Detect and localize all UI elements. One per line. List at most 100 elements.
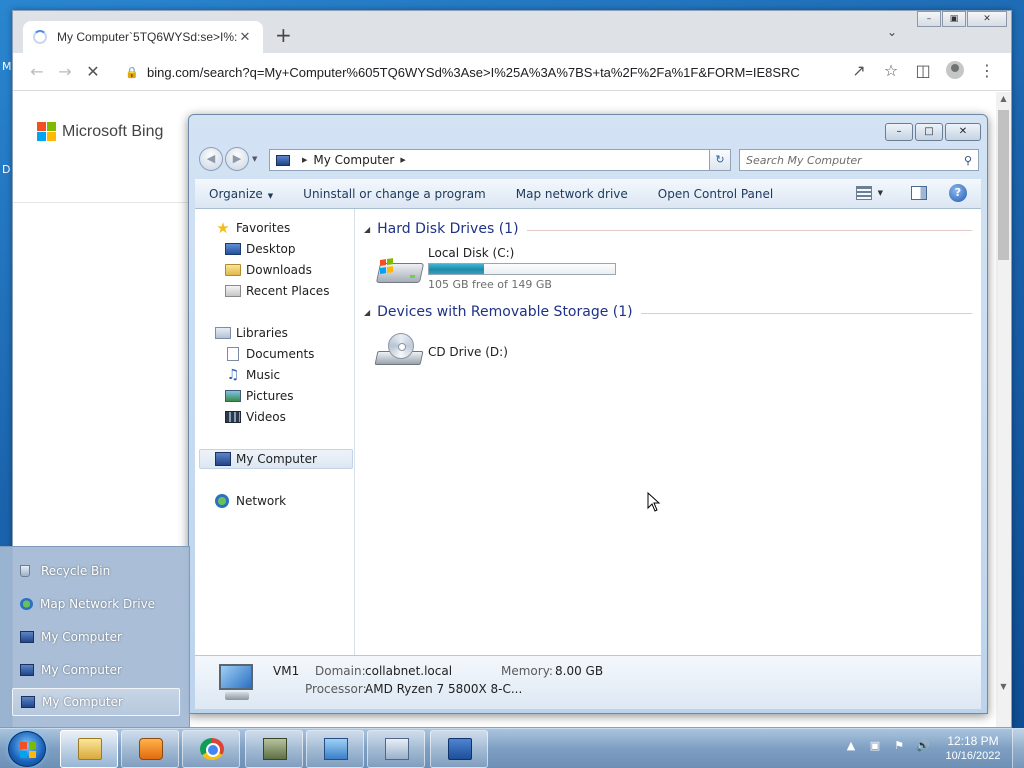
maximize-icon[interactable]: □ (915, 123, 943, 141)
group-header-removable-storage[interactable]: ◢ Devices with Removable Storage (1) (364, 304, 972, 320)
close-icon[interactable]: ✕ (967, 11, 1007, 27)
group-header-hard-disk-drives[interactable]: ◢ Hard Disk Drives (1) (364, 221, 972, 237)
bookmark-star-icon[interactable]: ☆ (875, 61, 907, 80)
nav-item-pictures[interactable]: Pictures (225, 389, 294, 403)
stop-loading-icon[interactable]: ✕ (79, 62, 107, 81)
back-arrow-icon[interactable]: ◀ (199, 147, 223, 171)
explorer-body: ★ Favorites Desktop Downloads Recent Pla… (195, 209, 981, 655)
taskbar-explorer-button[interactable] (60, 730, 118, 768)
nav-item-documents[interactable]: Documents (225, 347, 314, 361)
preview-pane-icon[interactable] (911, 186, 927, 200)
nav-item-downloads[interactable]: Downloads (225, 263, 312, 277)
side-panel-icon[interactable]: ◫ (907, 61, 939, 80)
close-icon[interactable]: ✕ (945, 123, 981, 141)
cd-drive-icon[interactable] (374, 333, 424, 367)
organize-button[interactable]: Organize ▼ (209, 187, 273, 201)
change-view-icon[interactable] (855, 186, 872, 200)
show-hidden-icons-chevron-icon[interactable]: ▲ (842, 739, 860, 752)
logo-square (37, 122, 46, 131)
action-center-flag-icon[interactable]: ⚑ (890, 739, 908, 752)
search-icon[interactable]: ⚲ (964, 154, 972, 167)
share-icon[interactable]: ↗ (843, 61, 875, 80)
jump-item-label: My Computer (41, 663, 122, 677)
taskbar-control-panel-button[interactable] (306, 730, 364, 768)
cd-disc (388, 333, 414, 359)
restore-icon[interactable]: ▣ (942, 11, 966, 27)
drive-list: ◢ Hard Disk Drives (1) Local Disk (C:) 1… (356, 209, 981, 655)
nav-item-label: Documents (246, 347, 315, 361)
forward-arrow-icon[interactable]: ▶ (225, 147, 249, 171)
nav-item-recent-places[interactable]: Recent Places (225, 284, 329, 298)
jump-item-recycle-bin[interactable]: Recycle Bin (12, 557, 180, 585)
memory-value: 8.00 GB (555, 664, 604, 678)
volume-speaker-icon[interactable]: 🔊 (914, 739, 932, 752)
lock-icon[interactable]: 🔒 (125, 66, 139, 79)
processor-label: Processor: (305, 682, 367, 696)
bing-logo[interactable]: Microsoft Bing (37, 122, 163, 141)
pictures-icon (225, 390, 241, 402)
domain-label: Domain: (315, 664, 366, 678)
logo-square (47, 132, 56, 141)
refresh-icon[interactable]: ↻ (709, 149, 731, 171)
nav-item-favorites[interactable]: ★ Favorites (215, 219, 290, 237)
kebab-menu-icon[interactable]: ⋮ (971, 61, 1003, 80)
command-bar: Organize ▼ Uninstall or change a program … (195, 179, 981, 209)
collapse-triangle-icon[interactable]: ◢ (364, 225, 370, 234)
virtual-machine-icon (448, 738, 472, 760)
browser-tab[interactable]: My Computer`5TQ6WYSd:se>I%:A:{+ta//a ✕ (23, 21, 263, 53)
page-scrollbar[interactable]: ▲ ▼ (996, 92, 1011, 727)
map-network-drive-button[interactable]: Map network drive (516, 187, 628, 201)
start-button[interactable] (8, 731, 46, 767)
network-status-icon[interactable]: ▣ (866, 739, 884, 752)
recycle-bin-icon (20, 565, 30, 577)
taskbar-media-player-button[interactable] (121, 730, 179, 768)
show-desktop-button[interactable] (1012, 729, 1024, 768)
minimize-icon[interactable]: – (885, 123, 913, 141)
taskbar-remote-desktop-button[interactable] (367, 730, 425, 768)
taskbar-chrome-button[interactable] (182, 730, 240, 768)
scroll-up-icon[interactable]: ▲ (996, 94, 1011, 103)
uninstall-program-button[interactable]: Uninstall or change a program (303, 187, 486, 201)
minimize-icon[interactable]: – (917, 11, 941, 27)
explorer-address-bar[interactable]: ▶ My Computer ▶ ▼ (269, 149, 729, 171)
profile-avatar-icon[interactable] (946, 61, 964, 79)
system-clock[interactable]: 12:18 PM 10/16/2022 (940, 734, 1006, 764)
nav-item-music[interactable]: ♫ Music (225, 368, 280, 382)
nav-item-videos[interactable]: Videos (225, 410, 286, 424)
local-disk-name[interactable]: Local Disk (C:) (428, 246, 514, 260)
scroll-down-icon[interactable]: ▼ (996, 682, 1011, 691)
breadcrumb-my-computer[interactable]: My Computer (313, 153, 394, 167)
view-options-chevron-icon[interactable]: ▼ (878, 189, 883, 197)
recent-pages-chevron-icon[interactable]: ▼ (252, 155, 257, 163)
nav-item-libraries[interactable]: Libraries (215, 326, 288, 340)
jump-item-my-computer[interactable]: My Computer (12, 623, 180, 651)
network-drive-icon (20, 598, 33, 610)
search-input[interactable] (746, 153, 964, 167)
tab-close-icon[interactable]: ✕ (237, 30, 253, 45)
help-icon[interactable]: ? (949, 184, 967, 202)
computer-icon (20, 664, 34, 676)
group-divider (640, 312, 972, 314)
breadcrumb-arrow-icon[interactable]: ▶ (302, 156, 307, 164)
new-tab-plus-icon[interactable]: + (275, 25, 292, 45)
open-control-panel-button[interactable]: Open Control Panel (658, 187, 773, 201)
breadcrumb-arrow-icon[interactable]: ▶ (400, 156, 405, 164)
nav-item-desktop[interactable]: Desktop (225, 242, 296, 256)
forward-arrow-icon[interactable]: → (51, 62, 79, 81)
page-divider (13, 202, 188, 203)
scroll-thumb[interactable] (998, 110, 1009, 260)
back-arrow-icon[interactable]: ← (23, 62, 51, 81)
cd-drive-name[interactable]: CD Drive (D:) (428, 345, 508, 359)
jump-item-my-computer[interactable]: My Computer (12, 656, 180, 684)
address-bar[interactable]: 🔒 bing.com/search?q=My+Computer%605TQ6WY… (125, 58, 835, 86)
star-icon: ★ (216, 219, 230, 237)
collapse-triangle-icon[interactable]: ◢ (364, 308, 370, 317)
jump-item-map-network-drive[interactable]: Map Network Drive (12, 590, 180, 618)
jump-item-my-computer-selected[interactable]: My Computer (12, 688, 180, 716)
taskbar-virtual-machine-button[interactable] (430, 730, 488, 768)
nav-item-my-computer[interactable]: My Computer (215, 452, 317, 466)
tab-search-chevron-icon[interactable]: ⌄ (887, 25, 897, 39)
nav-item-network[interactable]: Network (215, 494, 286, 508)
hard-drive-icon[interactable] (375, 253, 425, 287)
taskbar-hardware-button[interactable] (245, 730, 303, 768)
